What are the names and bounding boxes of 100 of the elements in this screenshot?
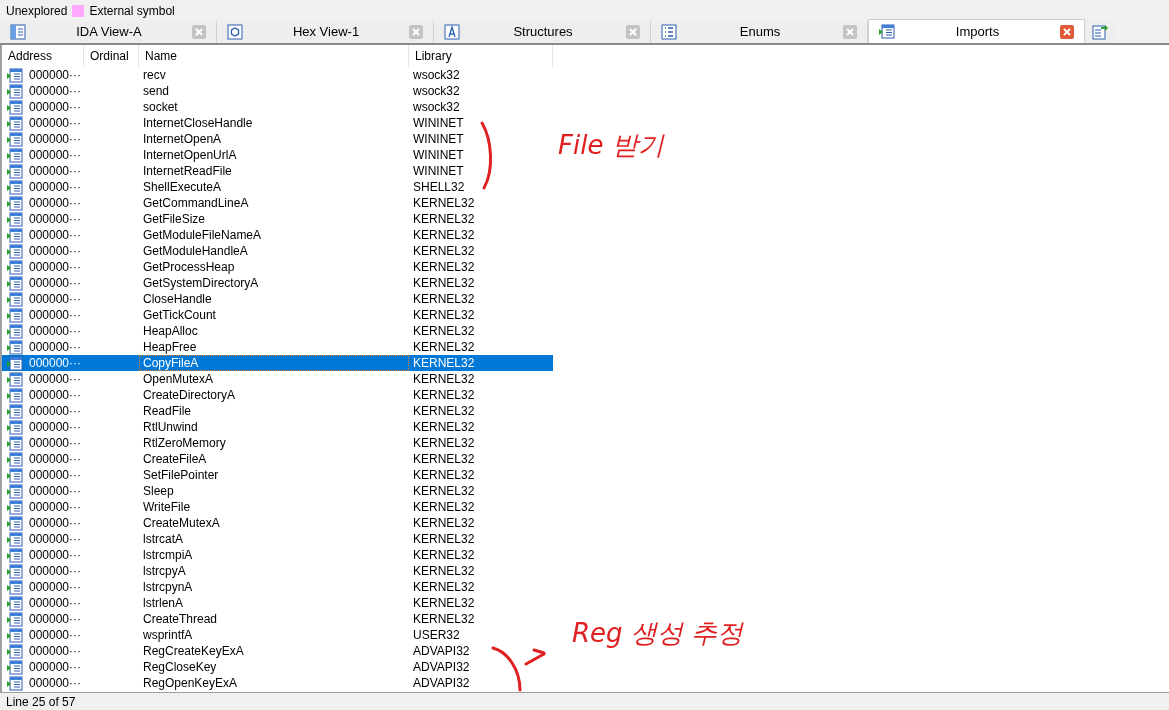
table-row[interactable]: 000000··· CreateMutexA KERNEL32	[2, 515, 553, 531]
table-row[interactable]: 000000··· wsprintfA USER32	[2, 627, 553, 643]
table-row[interactable]: 000000··· CopyFileA KERNEL32	[2, 355, 553, 371]
handwritten-note: File 받기	[558, 129, 664, 162]
tab-label: Enums	[738, 23, 782, 42]
table-cell: CopyFileA	[139, 355, 409, 371]
table-cell-text: KERNEL32	[412, 403, 476, 419]
table-row[interactable]: 000000··· CreateFileA KERNEL32	[2, 451, 553, 467]
table-cell: 000000···	[29, 437, 82, 449]
close-icon[interactable]	[192, 25, 206, 39]
table-cell: 000000···	[29, 197, 82, 209]
import-icon	[7, 515, 23, 531]
close-icon[interactable]	[843, 25, 857, 39]
table-cell: 000000···	[29, 357, 82, 369]
table-cell: 000000···	[29, 565, 82, 577]
column-header[interactable]: Name	[139, 45, 409, 67]
table-cell: 000000···	[29, 229, 82, 241]
table-row[interactable]: 000000··· lstrcpyA KERNEL32	[2, 563, 553, 579]
table-row[interactable]: 000000··· InternetCloseHandle WININET	[2, 115, 553, 131]
table-row[interactable]: 000000··· GetProcessHeap KERNEL32	[2, 259, 553, 275]
table-row[interactable]: 000000··· GetCommandLineA KERNEL32	[2, 195, 553, 211]
table-cell-text: GetTickCount	[142, 307, 217, 323]
table-row[interactable]: 000000··· HeapFree KERNEL32	[2, 339, 553, 355]
table-cell-text: KERNEL32	[412, 419, 476, 435]
table-cell: 000000···	[29, 485, 82, 497]
table-cell-text: RtlUnwind	[142, 419, 199, 435]
table-row[interactable]: 000000··· recv wsock32	[2, 67, 553, 83]
table-cell: 000000···	[29, 661, 82, 673]
table-row[interactable]: 000000··· lstrcmpiA KERNEL32	[2, 547, 553, 563]
import-icon	[7, 307, 23, 323]
table-cell-text: KERNEL32	[412, 531, 476, 547]
table-cell-text: ADVAPI32	[412, 643, 471, 659]
tab-label: Structures	[512, 23, 574, 42]
tab[interactable]: Imports	[868, 19, 1085, 43]
table-row[interactable]: 000000··· OpenMutexA KERNEL32	[2, 371, 553, 387]
import-icon	[7, 387, 23, 403]
table-cell: 000000···	[29, 677, 82, 689]
table-row[interactable]: 000000··· GetModuleHandleA KERNEL32	[2, 243, 553, 259]
import-icon	[7, 259, 23, 275]
table-cell: 000000···	[29, 133, 82, 145]
import-icon	[7, 467, 23, 483]
table-cell-text: GetCommandLineA	[142, 195, 250, 211]
import-icon	[7, 627, 23, 643]
table-cell-text: CreateThread	[142, 611, 219, 627]
table-row[interactable]: 000000··· RtlZeroMemory KERNEL32	[2, 435, 553, 451]
column-header[interactable]: Address	[2, 45, 84, 67]
table-row[interactable]: 000000··· lstrcpynA KERNEL32	[2, 579, 553, 595]
close-icon[interactable]	[626, 25, 640, 39]
table-row[interactable]: 000000··· ReadFile KERNEL32	[2, 403, 553, 419]
import-icon	[7, 547, 23, 563]
import-icon	[7, 355, 23, 371]
table-row[interactable]: 000000··· GetModuleFileNameA KERNEL32	[2, 227, 553, 243]
table-row[interactable]: 000000··· WriteFile KERNEL32	[2, 499, 553, 515]
table-row[interactable]: 000000··· CreateDirectoryA KERNEL32	[2, 387, 553, 403]
import-icon	[7, 195, 23, 211]
close-icon[interactable]	[1060, 24, 1074, 39]
table-cell-text: InternetOpenUrlA	[142, 147, 238, 163]
table-cell-text: KERNEL32	[412, 611, 476, 627]
table-cell-text: KERNEL32	[412, 339, 476, 355]
table-row[interactable]: 000000··· send wsock32	[2, 83, 553, 99]
table-row[interactable]: 000000··· RegCreateKeyExA ADVAPI32	[2, 643, 553, 659]
table-cell: 000000···	[29, 309, 82, 321]
table-row[interactable]: 000000··· InternetReadFile WININET	[2, 163, 553, 179]
column-header[interactable]: Library	[409, 45, 553, 67]
table-row[interactable]: 000000··· SetFilePointer KERNEL32	[2, 467, 553, 483]
tab-label: Hex View-1	[291, 23, 361, 42]
table-cell: 000000···	[29, 117, 82, 129]
table-cell-text: KERNEL32	[412, 451, 476, 467]
table-cell-text: ReadFile	[142, 403, 193, 419]
table-row[interactable]: 000000··· Sleep KERNEL32	[2, 483, 553, 499]
table-cell-text: HeapFree	[142, 339, 198, 355]
table-row[interactable]: 000000··· InternetOpenUrlA WININET	[2, 147, 553, 163]
tab-label: IDA View-A	[75, 23, 143, 42]
close-icon[interactable]	[409, 25, 423, 39]
table-row[interactable]: 000000··· lstrcatA KERNEL32	[2, 531, 553, 547]
import-icon	[7, 371, 23, 387]
tab-icon	[879, 24, 895, 39]
table-cell-text: InternetCloseHandle	[142, 115, 254, 131]
table-row[interactable]: 000000··· RegOpenKeyExA ADVAPI32	[2, 675, 553, 691]
tab-icon	[227, 24, 243, 40]
table-row[interactable]: 000000··· GetFileSize KERNEL32	[2, 211, 553, 227]
table-row[interactable]: 000000··· InternetOpenA WININET	[2, 131, 553, 147]
table-row[interactable]: 000000··· ShellExecuteA SHELL32	[2, 179, 553, 195]
import-icon	[7, 291, 23, 307]
table-row[interactable]: 000000··· RtlUnwind KERNEL32	[2, 419, 553, 435]
table-cell-text: KERNEL32	[412, 355, 476, 371]
table-row[interactable]: 000000··· lstrlenA KERNEL32	[2, 595, 553, 611]
table-row[interactable]: 000000··· HeapAlloc KERNEL32	[2, 323, 553, 339]
table-row[interactable]: 000000··· RegCloseKey ADVAPI32	[2, 659, 553, 675]
import-icon	[7, 83, 23, 99]
table-cell-text: RegCloseKey	[142, 659, 218, 675]
table-cell-text: ShellExecuteA	[142, 179, 223, 195]
table-cell: 000000···	[29, 101, 82, 113]
table-row[interactable]: 000000··· socket wsock32	[2, 99, 553, 115]
table-row[interactable]: 000000··· CloseHandle KERNEL32	[2, 291, 553, 307]
column-header[interactable]: Ordinal	[84, 45, 139, 67]
table-row[interactable]: 000000··· CreateThread KERNEL32	[2, 611, 553, 627]
table-row[interactable]: 000000··· GetTickCount KERNEL32	[2, 307, 553, 323]
table-row[interactable]: 000000··· GetSystemDirectoryA KERNEL32	[2, 275, 553, 291]
table-cell: 000000···	[29, 469, 82, 481]
